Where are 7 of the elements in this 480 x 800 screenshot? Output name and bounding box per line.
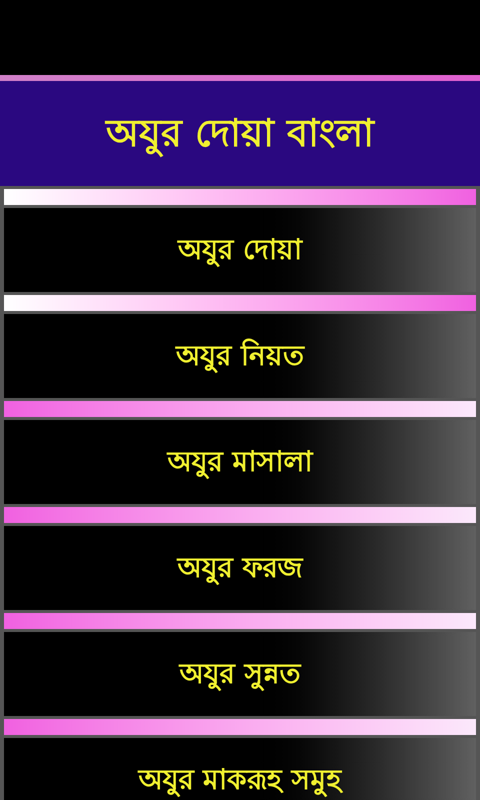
menu-button[interactable]: অযুর নিয়ত (4, 314, 476, 398)
menu-button[interactable]: অযুর দোয়া (4, 208, 476, 292)
menu-button[interactable]: অযুর মাকরূহ সমুহ (4, 738, 476, 800)
menu-button[interactable]: অযুর ফরজ (4, 526, 476, 610)
app-title: অযুর দোয়া বাংলা (106, 105, 374, 162)
menu-button[interactable]: অযুর সুন্নত (4, 632, 476, 716)
menu-button[interactable]: অযুর মাসালা (4, 420, 476, 504)
